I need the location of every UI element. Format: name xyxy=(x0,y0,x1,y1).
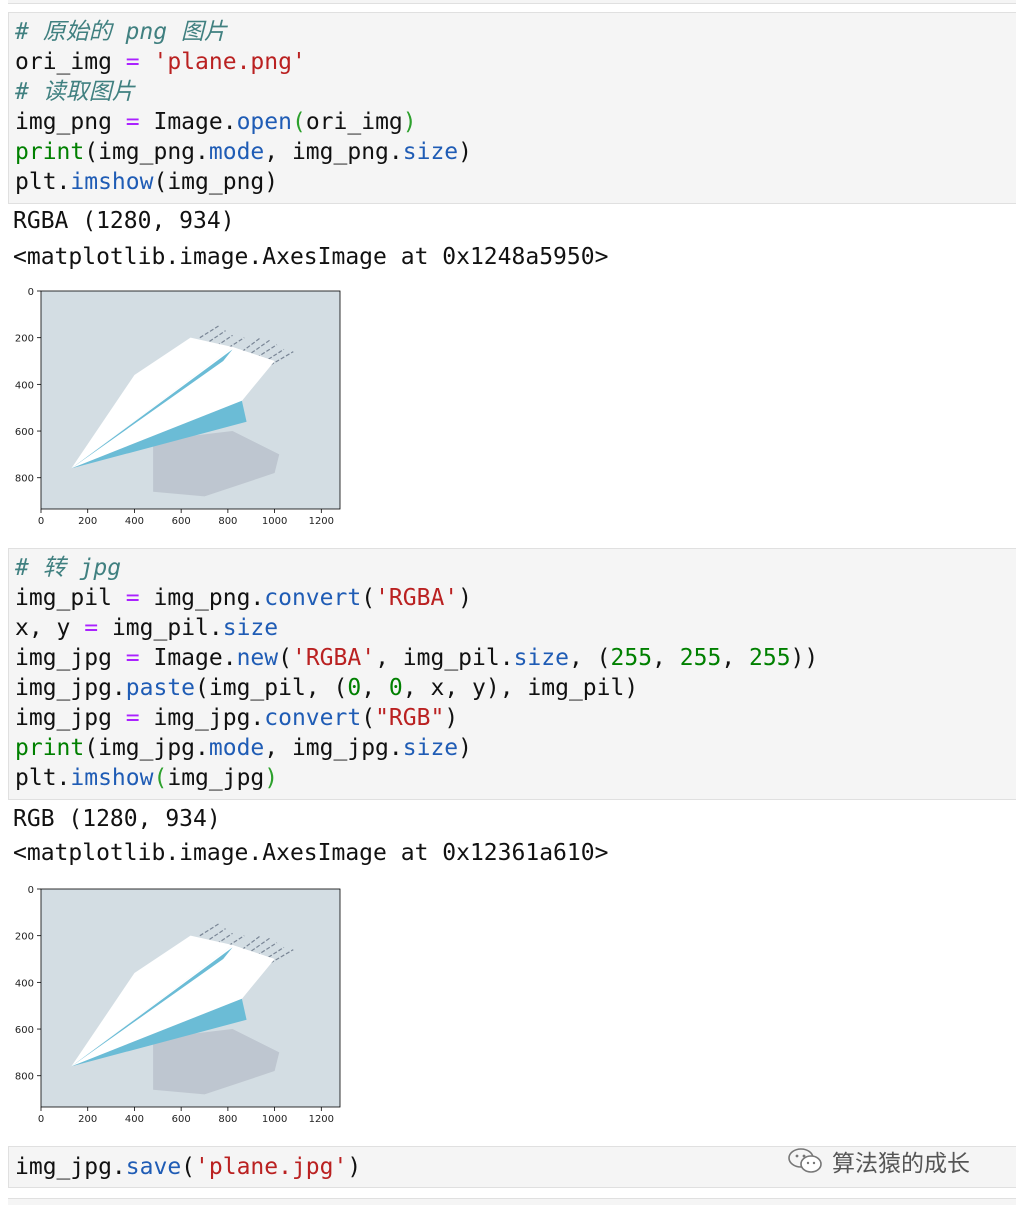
code-line: img_pil = img_png.convert('RGBA') xyxy=(15,585,473,611)
x-tick-label: 0 xyxy=(38,516,44,527)
x-tick-label: 1000 xyxy=(262,516,287,527)
x-tick-label: 200 xyxy=(78,1114,97,1125)
y-tick-label: 0 xyxy=(28,885,34,896)
code-line: img_jpg.paste(img_pil, (0, 0, x, y), img… xyxy=(15,675,639,701)
x-tick-label: 200 xyxy=(78,516,97,527)
output-text: RGBA (1280, 934) xyxy=(13,208,235,234)
code-line: img_png = Image.open(ori_img) xyxy=(15,109,417,135)
code-line: plt.imshow(img_png) xyxy=(15,169,279,195)
code-line: print(img_jpg.mode, img_jpg.size) xyxy=(15,735,472,761)
code-line: img_jpg.save('plane.jpg') xyxy=(15,1154,362,1180)
watermark: 算法猿的成长 xyxy=(786,1144,970,1178)
x-tick-label: 400 xyxy=(125,1114,144,1125)
code-line: # 转 jpg xyxy=(15,555,122,581)
code-line: # 原始的 png 图片 xyxy=(15,19,227,45)
previous-cell-edge xyxy=(8,0,1016,4)
output-repr: <matplotlib.image.AxesImage at 0x1248a59… xyxy=(13,244,609,270)
code-line: print(img_png.mode, img_png.size) xyxy=(15,139,472,165)
plot-axes-2: 0 200 400 600 800 1000 1200 0 200 400 600 800 xyxy=(15,885,341,1125)
y-tick-label: 600 xyxy=(15,427,34,438)
x-tick-label: 1000 xyxy=(262,1114,287,1125)
code-cell-1[interactable]: # 原始的 png 图片 ori_img = 'plane.png' # 读取图… xyxy=(8,12,1016,204)
x-tick-label: 600 xyxy=(172,1114,191,1125)
watermark-label: 算法猿的成长 xyxy=(832,1151,970,1177)
code-line: ori_img = 'plane.png' xyxy=(15,49,306,75)
x-tick-label: 800 xyxy=(218,1114,237,1125)
code-line: # 读取图片 xyxy=(15,79,135,105)
output-text: RGB (1280, 934) xyxy=(13,806,221,832)
x-tick-label: 600 xyxy=(172,516,191,527)
y-tick-label: 600 xyxy=(15,1025,34,1036)
y-tick-label: 400 xyxy=(15,380,34,391)
x-tick-label: 1200 xyxy=(309,516,334,527)
x-tick-label: 1200 xyxy=(309,1114,334,1125)
code-line: img_jpg = img_jpg.convert("RGB") xyxy=(15,705,459,731)
wechat-icon xyxy=(788,1148,822,1173)
y-tick-label: 400 xyxy=(15,978,34,989)
x-tick-label: 0 xyxy=(38,1114,44,1125)
x-tick-label: 400 xyxy=(125,516,144,527)
code-line: x, y = img_pil.size xyxy=(15,615,279,641)
x-tick-label: 800 xyxy=(218,516,237,527)
y-tick-label: 200 xyxy=(15,932,34,943)
y-tick-label: 800 xyxy=(15,1072,34,1083)
code-line: img_jpg = Image.new('RGBA', img_pil.size… xyxy=(15,645,819,671)
code-cell-2[interactable]: # 转 jpg img_pil = img_png.convert('RGBA'… xyxy=(8,548,1016,800)
plot-axes-1: 0 200 400 600 800 1000 1200 0 200 400 600 800 xyxy=(15,287,341,527)
y-tick-label: 200 xyxy=(15,334,34,345)
y-tick-label: 800 xyxy=(15,474,34,485)
output-repr: <matplotlib.image.AxesImage at 0x12361a6… xyxy=(13,840,609,866)
code-line: plt.imshow(img_jpg) xyxy=(15,765,279,791)
y-tick-label: 0 xyxy=(28,287,34,298)
